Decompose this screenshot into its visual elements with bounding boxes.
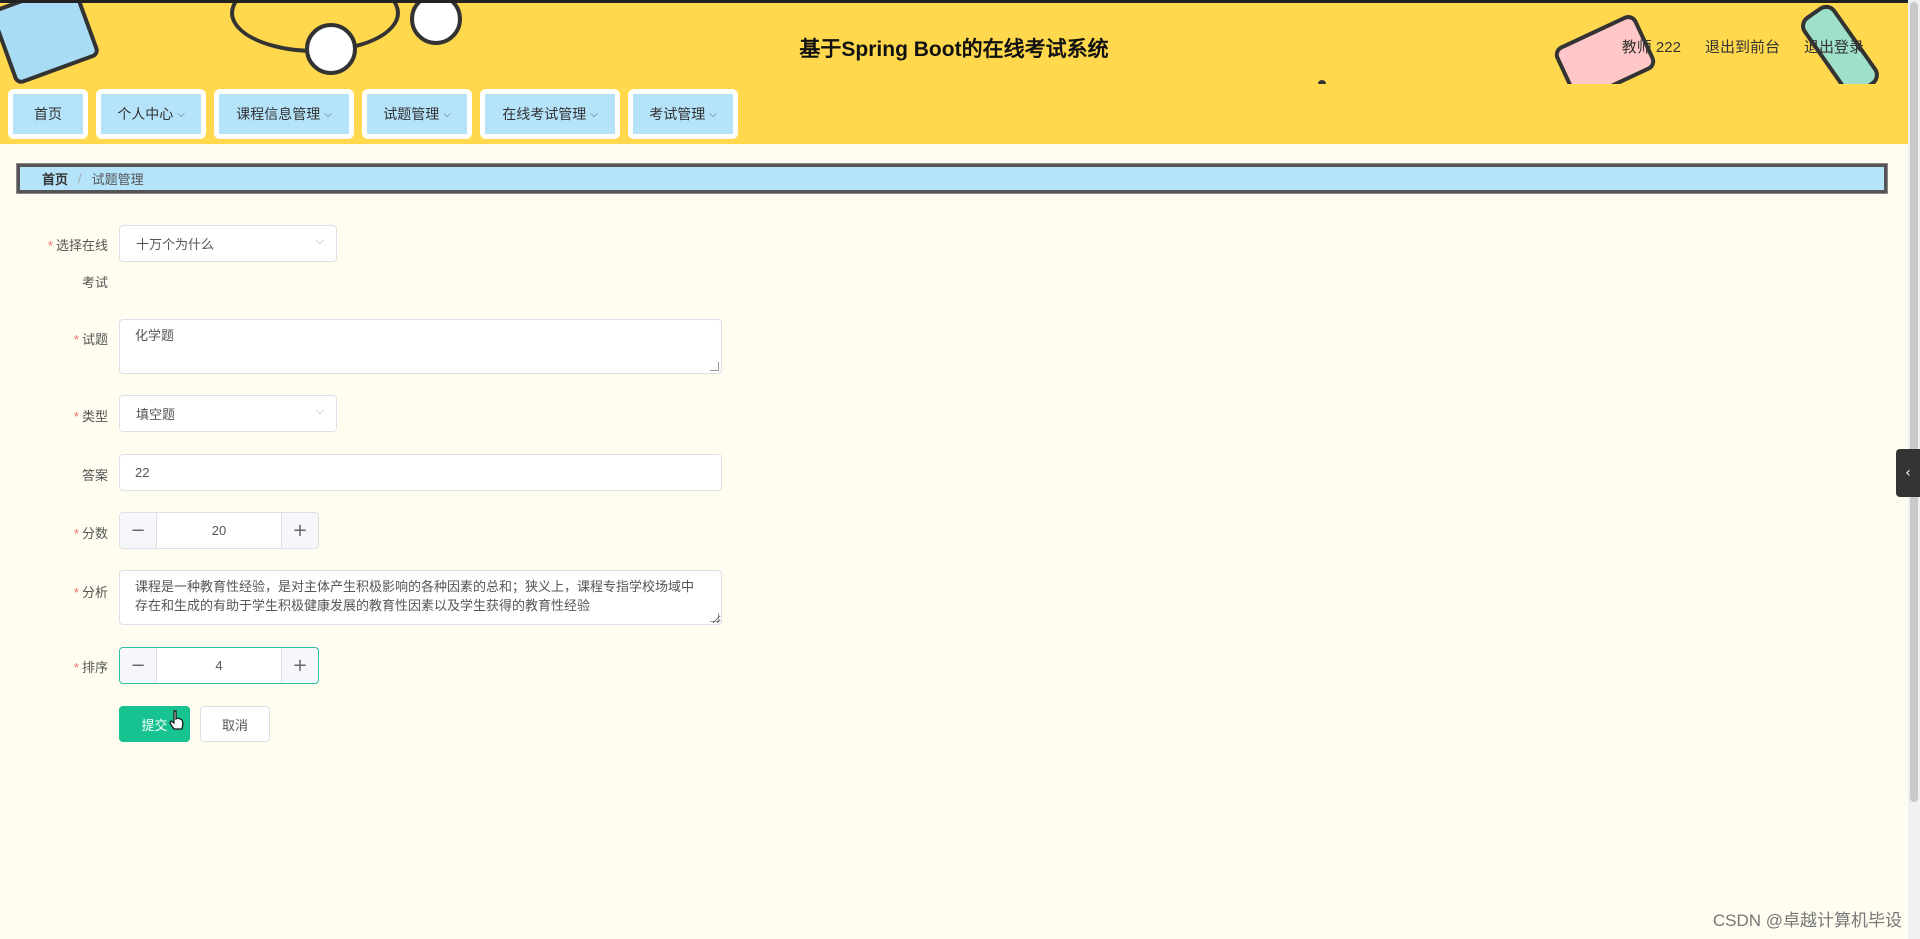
required-mark: * <box>73 526 79 541</box>
question-textarea[interactable]: 化学题 <box>119 319 722 374</box>
watermark: CSDN @卓越计算机毕设 <box>1712 911 1902 930</box>
type-select-value: 填空题 <box>136 407 176 422</box>
minus-icon[interactable]: − <box>120 648 157 683</box>
analysis-textarea[interactable]: 课程是一种教育性经验，是对主体产生积极影响的各种因素的总和；狭义上，课程专指学校… <box>119 570 722 625</box>
minus-icon[interactable]: − <box>120 513 157 548</box>
exam-select-value: 十万个为什么 <box>136 237 215 252</box>
top-header: 基于Spring Boot的在线考试系统 教师 222 退出到前台 退出登录 <box>0 0 1908 84</box>
order-label: * 排序 <box>0 657 108 676</box>
answer-input[interactable]: 22 <box>119 454 722 491</box>
nav-item-label: 考试管理 <box>649 106 706 122</box>
nav-item-label: 首页 <box>34 106 62 122</box>
nav-item-inner: 在线考试管理 ⌵ <box>485 94 615 134</box>
order-value[interactable]: 4 <box>157 648 281 683</box>
logout-link[interactable]: 退出登录 <box>1804 36 1864 57</box>
exam-select-label-line2: 考试 <box>81 275 108 290</box>
breadcrumb-current: 试题管理 <box>91 172 144 187</box>
required-mark: * <box>47 238 53 253</box>
nav-item-inner: 试题管理 ⌵ <box>367 94 467 134</box>
exam-select-label: * 选择在线 <box>0 235 108 254</box>
nav-item-inner: 课程信息管理 ⌵ <box>219 94 349 134</box>
chevron-down-icon: ⌵ <box>315 235 324 247</box>
chevron-down-icon: ⌵ <box>177 108 185 120</box>
required-mark: * <box>73 409 79 424</box>
nav-item-course-management[interactable]: 课程信息管理 ⌵ <box>214 89 354 139</box>
nav-item-inner: 首页 <box>13 94 83 134</box>
chevron-down-icon: ⌵ <box>315 405 324 417</box>
required-mark: * <box>73 332 79 347</box>
chevron-down-icon: ⌵ <box>590 108 598 120</box>
nav-item-inner: 考试管理 ⌵ <box>633 94 733 134</box>
answer-label: 答案 <box>81 468 108 483</box>
exam-select-label-line1: 选择在线 <box>55 238 108 253</box>
scrollbar-thumb[interactable] <box>1910 2 1918 802</box>
analysis-label: * 分析 <box>0 582 108 601</box>
score-stepper: − 20 + <box>119 512 319 549</box>
cancel-button[interactable]: 取消 <box>200 706 270 742</box>
score-value[interactable]: 20 <box>157 513 281 548</box>
nav-item-question-management[interactable]: 试题管理 ⌵ <box>362 89 472 139</box>
order-stepper: − 4 + <box>119 647 319 684</box>
score-label: * 分数 <box>0 523 108 542</box>
nav-item-online-exam-management[interactable]: 在线考试管理 ⌵ <box>480 89 620 139</box>
breadcrumb: 首页 / 试题管理 <box>16 163 1888 194</box>
order-label-text: 排序 <box>81 660 108 675</box>
plus-icon[interactable]: + <box>281 513 318 548</box>
chevron-down-icon: ⌵ <box>324 108 332 120</box>
nav-item-label: 课程信息管理 <box>236 106 321 122</box>
exit-to-front-link[interactable]: 退出到前台 <box>1705 36 1780 57</box>
chevron-left-icon[interactable]: ‹ <box>1896 449 1920 497</box>
nav-item-label: 在线考试管理 <box>502 106 587 122</box>
score-label-text: 分数 <box>81 526 108 541</box>
user-name: 教师 222 <box>1621 39 1681 56</box>
breadcrumb-separator: / <box>78 171 82 186</box>
nav-item-inner: 个人中心 ⌵ <box>101 94 201 134</box>
chevron-down-icon: ⌵ <box>443 108 451 120</box>
analysis-label-text: 分析 <box>81 585 108 600</box>
main-nav: 首页 个人中心 ⌵ 课程信息管理 ⌵ 试题管理 ⌵ 在线考试管理 ⌵ 考试管理 … <box>0 84 1908 144</box>
chevron-down-icon: ⌵ <box>709 108 717 120</box>
type-label: * 类型 <box>0 406 108 425</box>
nav-item-personal-center[interactable]: 个人中心 ⌵ <box>96 89 206 139</box>
hand-cursor-icon <box>169 710 184 730</box>
question-label-text: 试题 <box>81 332 108 347</box>
type-select[interactable]: 填空题 ⌵ <box>119 395 337 432</box>
nav-item-home[interactable]: 首页 <box>8 89 88 139</box>
nav-item-label: 试题管理 <box>383 106 440 122</box>
user-links: 教师 222 退出到前台 退出登录 <box>1622 36 1864 57</box>
breadcrumb-home[interactable]: 首页 <box>42 169 68 188</box>
type-label-text: 类型 <box>81 409 108 424</box>
nav-item-label: 个人中心 <box>117 106 174 122</box>
required-mark: * <box>73 585 79 600</box>
nav-item-exam-management[interactable]: 考试管理 ⌵ <box>628 89 738 139</box>
question-label: * 试题 <box>0 329 108 348</box>
required-mark: * <box>73 660 79 675</box>
exam-select[interactable]: 十万个为什么 ⌵ <box>119 225 337 262</box>
plus-icon[interactable]: + <box>281 648 318 683</box>
answer-input-value: 22 <box>135 465 150 480</box>
